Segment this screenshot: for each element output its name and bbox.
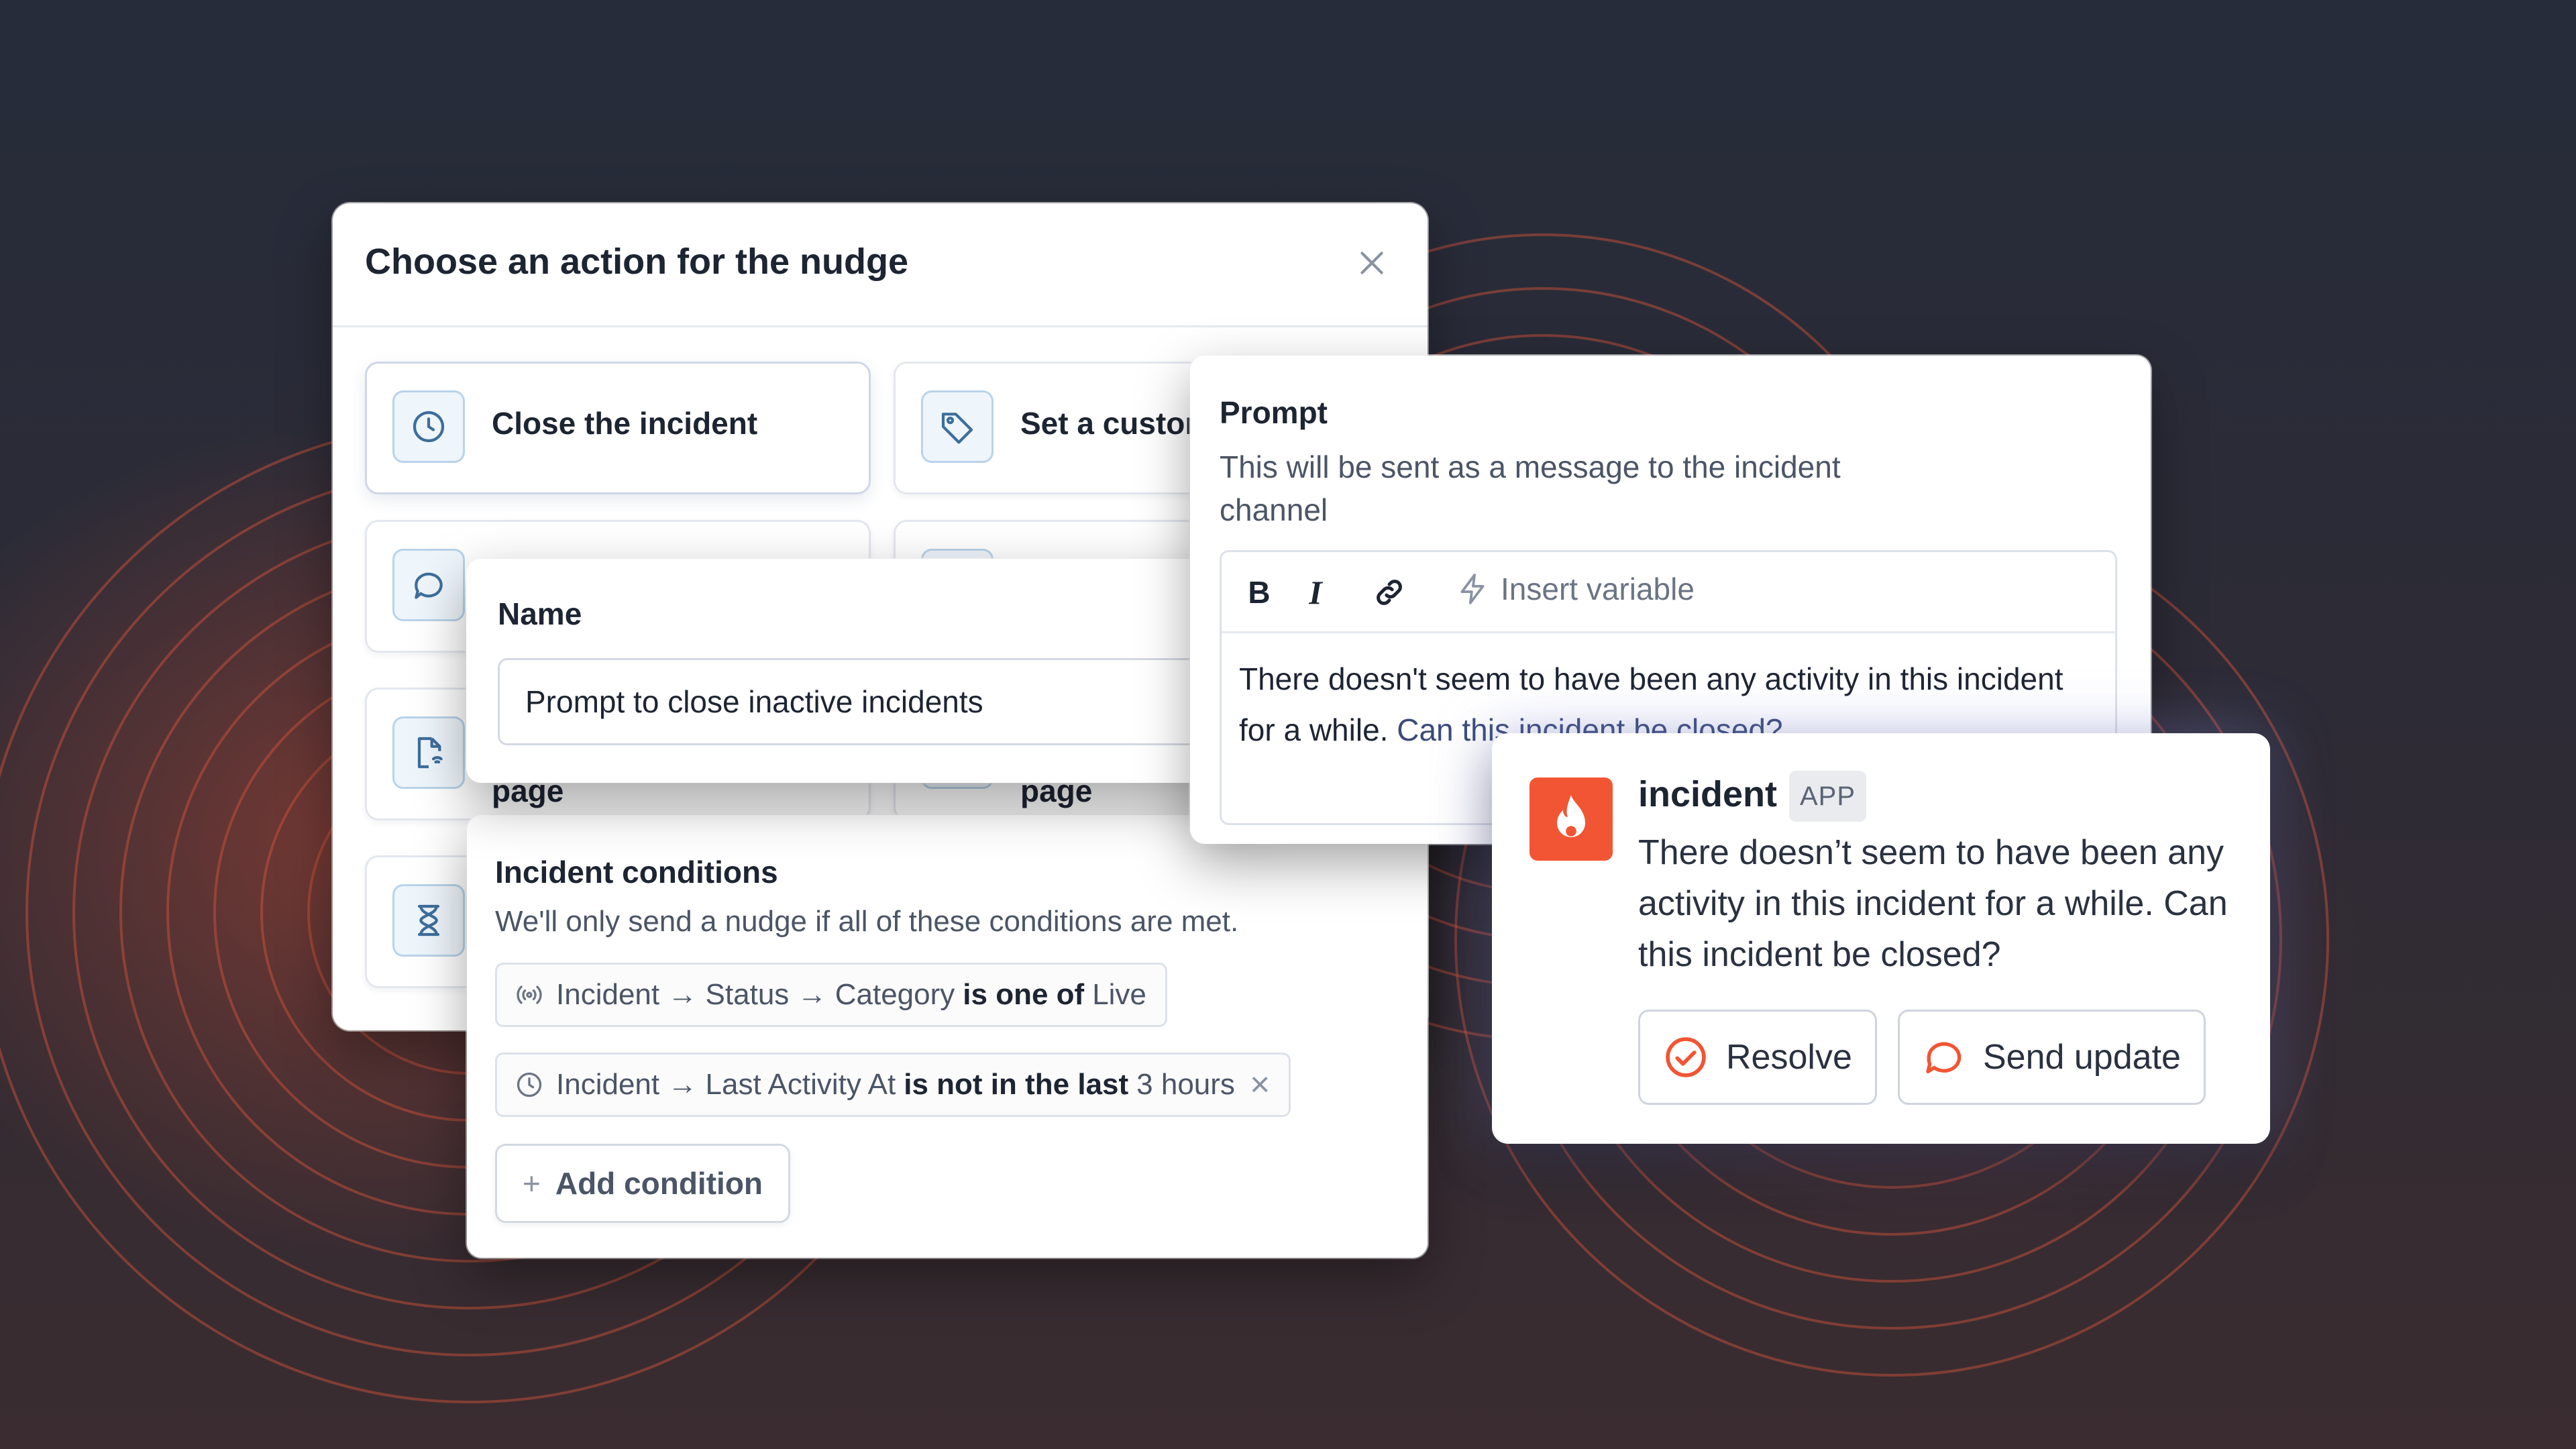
condition-subject: Incident → Last Activity At xyxy=(556,1068,896,1101)
add-condition-button[interactable]: + Add condition xyxy=(495,1144,790,1223)
condition-operator: is one of xyxy=(963,978,1085,1011)
check-circle-icon xyxy=(1666,1037,1706,1077)
remove-condition-button[interactable]: × xyxy=(1250,1065,1270,1105)
condition-pill[interactable]: Incident → Last Activity At is not in th… xyxy=(495,1053,1291,1117)
italic-button[interactable]: I xyxy=(1295,572,1336,612)
condition-value: 3 hours xyxy=(1136,1068,1235,1101)
name-label: Name xyxy=(498,596,582,631)
flame-icon xyxy=(1557,795,1585,837)
italic-icon: I xyxy=(1309,574,1322,611)
add-condition-label: Add condition xyxy=(555,1166,763,1201)
condition-value: Live xyxy=(1092,978,1146,1011)
link-button[interactable] xyxy=(1369,572,1409,612)
resolve-label: Resolve xyxy=(1726,1038,1852,1077)
condition-subject: Incident → Status → Category xyxy=(556,978,955,1011)
close-icon xyxy=(1360,252,1383,274)
name-card: Name Prompt to close inactive incidents xyxy=(466,559,1370,783)
insert-variable-label: Insert variable xyxy=(1501,572,1695,606)
chat-bubble-icon xyxy=(392,549,465,621)
clock-icon xyxy=(517,1072,542,1097)
app-name: incident xyxy=(1638,774,1778,814)
prompt-label: Prompt xyxy=(1220,395,1328,430)
clock-icon xyxy=(392,390,465,463)
plus-icon: + xyxy=(522,1166,541,1201)
signal-icon xyxy=(517,985,542,1004)
conditions-description: We'll only send a nudge if all of these … xyxy=(495,905,1239,938)
incident-conditions-card: Incident conditions We'll only send a nu… xyxy=(467,815,1428,1258)
bold-button[interactable]: B xyxy=(1239,572,1279,612)
modal-header: Choose an action for the nudge xyxy=(333,203,1428,327)
link-icon xyxy=(1377,580,1402,605)
insert-variable-button[interactable]: Insert variable xyxy=(1456,571,1695,607)
send-update-label: Send update xyxy=(1983,1038,2181,1077)
condition-pill[interactable]: Incident → Status → Category is one of L… xyxy=(495,963,1167,1027)
conditions-title: Incident conditions xyxy=(495,855,778,890)
incident-app-logo xyxy=(1529,777,1613,861)
action-label: Close the incident xyxy=(492,406,758,441)
chat-bubble-icon xyxy=(1926,1042,1962,1073)
prompt-description: This will be sent as a message to the in… xyxy=(1220,449,1841,527)
hourglass-icon xyxy=(392,884,465,957)
app-badge: APP xyxy=(1789,771,1867,822)
condition-operator: is not in the last xyxy=(904,1068,1129,1101)
action-close-incident[interactable]: Close the incident xyxy=(365,362,871,494)
bold-icon: B xyxy=(1248,575,1271,610)
message-text: There doesn’t seem to have been any acti… xyxy=(1638,833,2228,974)
close-button[interactable] xyxy=(1351,242,1393,284)
send-update-button[interactable]: Send update xyxy=(1898,1010,2206,1105)
page-signal-icon xyxy=(392,716,465,789)
tag-icon xyxy=(921,390,994,463)
action-label: Set a custom xyxy=(1020,406,1213,441)
modal-title: Choose an action for the nudge xyxy=(365,241,909,282)
slack-message-card: incident APP There doesn’t seem to have … xyxy=(1492,733,2270,1144)
lightning-icon xyxy=(1460,574,1485,604)
editor-toolbar: B I Insert variable xyxy=(1222,552,2115,633)
resolve-button[interactable]: Resolve xyxy=(1638,1010,1877,1105)
